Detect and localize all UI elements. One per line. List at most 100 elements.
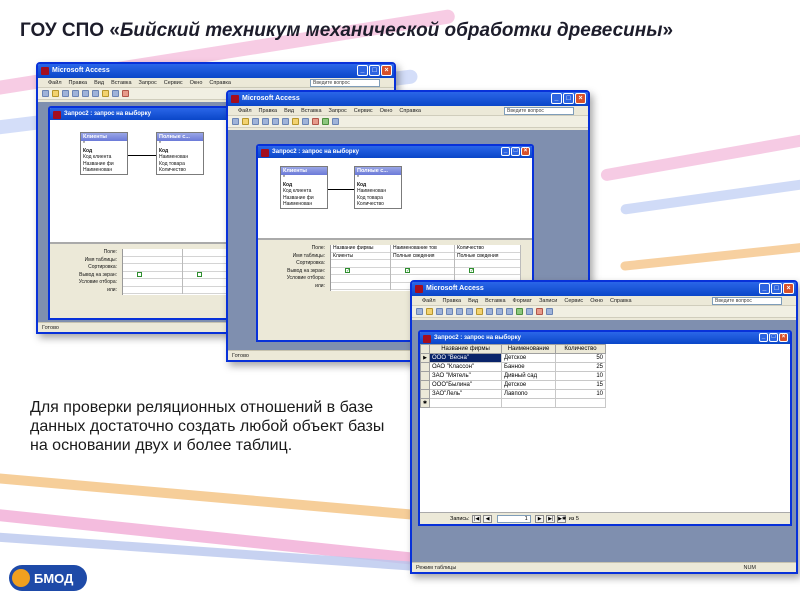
window-titlebar[interactable]: Microsoft Access _ □ × bbox=[412, 282, 796, 296]
menu-help[interactable]: Справка bbox=[610, 298, 632, 304]
table-cell[interactable]: 25 bbox=[555, 362, 606, 372]
table-cell[interactable] bbox=[429, 398, 502, 408]
table-cell[interactable]: ЗАО "Мятель" bbox=[429, 371, 502, 381]
menu-insert[interactable]: Вставка bbox=[111, 80, 131, 86]
grid-cell-field[interactable]: Наименование тов bbox=[391, 245, 454, 253]
table-cell[interactable]: ОАО "Классон" bbox=[429, 362, 502, 372]
table-cell[interactable]: ООО"Былина" bbox=[429, 380, 502, 390]
cut-icon[interactable] bbox=[82, 90, 89, 97]
grid-cell[interactable] bbox=[331, 260, 390, 268]
table-cell[interactable] bbox=[501, 398, 556, 408]
save-icon[interactable] bbox=[62, 90, 69, 97]
grid-cell[interactable] bbox=[123, 287, 182, 294]
show-checkbox[interactable] bbox=[197, 271, 202, 277]
run-icon[interactable] bbox=[312, 118, 319, 125]
row-selector[interactable] bbox=[420, 389, 430, 399]
first-record-button[interactable]: |◀ bbox=[472, 514, 482, 523]
open-icon[interactable] bbox=[242, 118, 249, 125]
close-button[interactable]: × bbox=[381, 65, 392, 76]
menu-file[interactable]: Файл bbox=[48, 80, 62, 86]
grid-cell[interactable] bbox=[123, 257, 182, 264]
menu-insert[interactable]: Вставка bbox=[485, 298, 505, 304]
menu-view[interactable]: Вид bbox=[284, 108, 294, 114]
menu-view[interactable]: Вид bbox=[94, 80, 104, 86]
new-record-icon[interactable]: ✱ bbox=[420, 398, 430, 408]
table-cell[interactable]: 10 bbox=[555, 389, 606, 399]
grid-cell[interactable]: ✓ bbox=[391, 267, 454, 275]
grid-cell[interactable] bbox=[123, 271, 182, 279]
grid-cell[interactable] bbox=[123, 264, 182, 272]
table-box-clients[interactable]: Клиенты * Код Код клиента Название фи На… bbox=[80, 132, 128, 175]
menu-insert[interactable]: Вставка bbox=[301, 108, 321, 114]
next-record-button[interactable]: ▶ bbox=[535, 514, 545, 523]
undo-icon[interactable] bbox=[112, 90, 119, 97]
ask-question-input[interactable]: Введите вопрос bbox=[504, 107, 574, 115]
run-icon[interactable] bbox=[122, 90, 129, 97]
paste-icon[interactable] bbox=[292, 118, 299, 125]
grid-cell-table[interactable]: Клиенты bbox=[331, 253, 390, 260]
menu-edit[interactable]: Правка bbox=[259, 108, 278, 114]
menu-query[interactable]: Запрос bbox=[329, 108, 347, 114]
grid-cell[interactable]: ✓ bbox=[455, 267, 520, 275]
cut-icon[interactable] bbox=[272, 118, 279, 125]
grid-cell-field[interactable]: Количество bbox=[455, 245, 520, 253]
column-header[interactable]: Наименование bbox=[501, 344, 556, 354]
table-row[interactable]: ЗАО "Мятель" Дивный сад 10 bbox=[420, 371, 606, 381]
prev-record-button[interactable]: ◀ bbox=[483, 514, 493, 523]
menu-query[interactable]: Запрос bbox=[139, 80, 157, 86]
menu-window[interactable]: Окно bbox=[590, 298, 603, 304]
menu-tools[interactable]: Сервис bbox=[354, 108, 373, 114]
table-cell[interactable]: ООО "Весна" bbox=[429, 353, 502, 363]
copy-icon[interactable] bbox=[282, 118, 289, 125]
table-cell[interactable]: 50 bbox=[555, 353, 606, 363]
grid-cell[interactable] bbox=[331, 283, 390, 290]
window-titlebar[interactable]: Microsoft Access _ □ × bbox=[228, 92, 588, 106]
undo-icon[interactable] bbox=[486, 308, 493, 315]
maximize-button[interactable]: □ bbox=[771, 283, 782, 294]
open-icon[interactable] bbox=[426, 308, 433, 315]
menu-edit[interactable]: Правка bbox=[69, 80, 88, 86]
maximize-button[interactable]: □ bbox=[511, 147, 520, 156]
grid-cell[interactable] bbox=[391, 260, 454, 268]
show-checkbox[interactable] bbox=[137, 271, 142, 277]
show-checkbox[interactable]: ✓ bbox=[345, 267, 350, 273]
save-icon[interactable] bbox=[252, 118, 259, 125]
maximize-button[interactable]: □ bbox=[769, 333, 778, 342]
ask-question-input[interactable]: Введите вопрос bbox=[310, 79, 380, 87]
close-button[interactable]: × bbox=[779, 333, 788, 342]
close-button[interactable]: × bbox=[783, 283, 794, 294]
minimize-button[interactable]: _ bbox=[759, 283, 770, 294]
show-table-icon[interactable] bbox=[322, 118, 329, 125]
window-titlebar[interactable]: Microsoft Access _ □ × bbox=[38, 64, 394, 78]
record-number-input[interactable]: 1 bbox=[496, 514, 531, 523]
grid-cell-field[interactable]: Название фирмы bbox=[331, 245, 390, 253]
new-record-row[interactable]: ✱ bbox=[420, 398, 606, 408]
table-field[interactable]: Количество bbox=[157, 167, 203, 174]
sort-asc-icon[interactable] bbox=[496, 308, 503, 315]
find-icon[interactable] bbox=[526, 308, 533, 315]
datasheet-titlebar[interactable]: Запрос2 : запрос на выборку _ □ × bbox=[420, 332, 790, 344]
table-cell[interactable]: Банное bbox=[501, 362, 556, 372]
table-cell[interactable]: Детское bbox=[501, 380, 556, 390]
filter-icon[interactable] bbox=[516, 308, 523, 315]
maximize-button[interactable]: □ bbox=[563, 93, 574, 104]
grid-cell-table[interactable]: Полные сведения bbox=[455, 253, 520, 260]
row-selector[interactable] bbox=[420, 362, 430, 372]
table-field[interactable]: Наименован bbox=[81, 167, 127, 174]
table-row[interactable]: ОАО "Классон" Банное 25 bbox=[420, 362, 606, 372]
grid-cell-table[interactable]: Полные сведения bbox=[391, 253, 454, 260]
delete-record-icon[interactable] bbox=[536, 308, 543, 315]
grid-cell[interactable] bbox=[331, 275, 390, 283]
menu-file[interactable]: Файл bbox=[238, 108, 252, 114]
table-cell[interactable]: Детское bbox=[501, 353, 556, 363]
menu-records[interactable]: Записи bbox=[539, 298, 557, 304]
menu-window[interactable]: Окно bbox=[190, 80, 203, 86]
table-field[interactable]: Наименован bbox=[281, 201, 327, 208]
undo-icon[interactable] bbox=[302, 118, 309, 125]
sum-icon[interactable] bbox=[332, 118, 339, 125]
menu-tools[interactable]: Сервис bbox=[564, 298, 583, 304]
open-icon[interactable] bbox=[52, 90, 59, 97]
minimize-button[interactable]: _ bbox=[501, 147, 510, 156]
view-icon[interactable] bbox=[232, 118, 239, 125]
grid-cell[interactable] bbox=[123, 279, 182, 287]
